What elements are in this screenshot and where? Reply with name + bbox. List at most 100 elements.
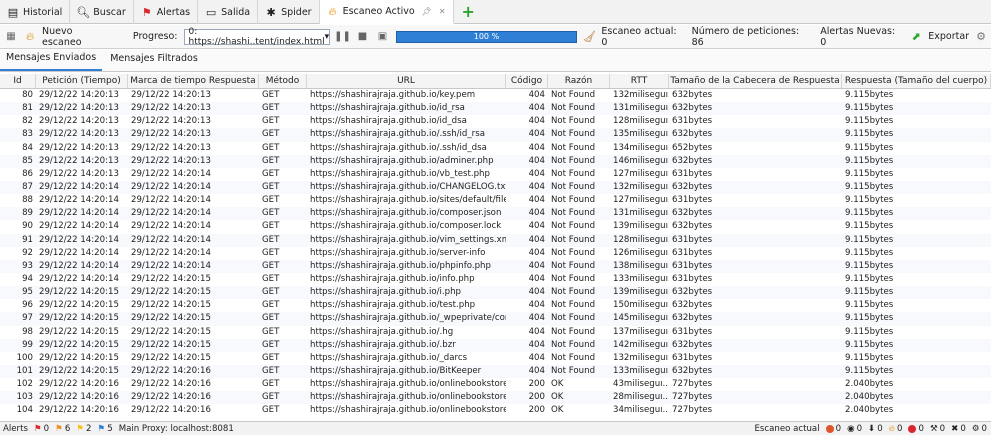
gear-icon[interactable]: ⚙ xyxy=(975,31,987,43)
progress-select[interactable]: 0: https://shashi..tent/index.html ▾ xyxy=(183,27,330,47)
table-row[interactable]: 104 29/12/22 14:20:16 29/12/22 14:20:16 GET… xyxy=(0,404,991,417)
cell-reason: Not Found xyxy=(551,339,596,350)
table-row[interactable]: 86 29/12/22 14:20:13 29/12/22 14:20:14 GET h… xyxy=(0,168,991,181)
table-row[interactable]: 102 29/12/22 14:20:16 29/12/22 14:20:16 GET… xyxy=(0,378,991,391)
cell-method: GET xyxy=(262,405,280,416)
column-header-url[interactable]: URL xyxy=(307,74,506,88)
tab-alertas[interactable]: ⚑ Alertas xyxy=(134,0,199,24)
cell-response-timestamp: 29/12/22 14:20:13 xyxy=(131,90,211,100)
alert-count-low[interactable]: ⚑ 2 xyxy=(76,424,91,434)
table-row[interactable]: 92 29/12/22 14:20:14 29/12/22 14:20:14 GET h… xyxy=(0,247,991,260)
close-icon[interactable]: ✕ xyxy=(439,7,446,16)
cell-header-size: 632bytes xyxy=(672,129,713,140)
cell-rtt: 28miliseguı... xyxy=(613,392,669,403)
table-row[interactable]: 91 29/12/22 14:20:14 29/12/22 14:20:14 GET h… xyxy=(0,233,991,247)
cell-body-size: 9.115bytes xyxy=(845,234,894,245)
table-row[interactable]: 89 29/12/22 14:20:14 29/12/22 14:20:14 GET h… xyxy=(0,207,991,221)
table-row[interactable]: 103 29/12/22 14:20:16 29/12/22 14:20:16 GET… xyxy=(0,391,991,405)
cell-response-timestamp: 29/12/22 14:20:14 xyxy=(131,181,211,192)
table-row[interactable]: 96 29/12/22 14:20:15 29/12/22 14:20:15 GET h… xyxy=(0,299,991,312)
broom-icon[interactable]: 🧹︎ xyxy=(582,31,596,43)
cell-reason: Not Found xyxy=(551,273,596,284)
new-scan-button[interactable]: Nuevo escaneo xyxy=(42,26,115,48)
table-row[interactable]: 82 29/12/22 14:20:13 29/12/22 14:20:13 GET h… xyxy=(0,115,991,128)
table-row[interactable]: 87 29/12/22 14:20:14 29/12/22 14:20:14 GET h… xyxy=(0,180,991,195)
column-header-request-time[interactable]: Petición (Tiempo) xyxy=(36,74,128,88)
cell-response-timestamp: 29/12/22 14:20:13 xyxy=(131,103,211,114)
cell-body-size: 9.115bytes xyxy=(845,273,894,284)
table-row[interactable]: 93 29/12/22 14:20:14 29/12/22 14:20:14 GET h… xyxy=(0,259,991,273)
search-icon: 🔍︎ xyxy=(76,5,91,19)
column-header-response-timestamp[interactable]: Marca de tiempo Respuesta xyxy=(128,74,259,88)
scan-details-icon[interactable]: ▣ xyxy=(376,30,390,44)
table-row[interactable]: 99 29/12/22 14:20:15 29/12/22 14:20:15 GET h… xyxy=(0,338,991,352)
cell-url: https://shashirajraja.github.io/BitKeepe… xyxy=(310,365,482,376)
scan-count-fuzzer: ⚒ 0 xyxy=(929,423,946,434)
column-header-code[interactable]: Código xyxy=(506,74,548,88)
table-row[interactable]: 84 29/12/22 14:20:13 29/12/22 14:20:13 GET h… xyxy=(0,142,991,155)
cell-id: 97 xyxy=(22,313,33,324)
cell-response-timestamp: 29/12/22 14:20:14 xyxy=(131,260,211,271)
cell-reason: Not Found xyxy=(551,365,596,376)
pin-icon[interactable]: 📌︎ xyxy=(422,7,432,16)
alerts-label: Alerts xyxy=(3,423,28,434)
flag-icon: ⚑ xyxy=(76,423,85,434)
cell-id: 81 xyxy=(22,103,33,114)
cell-method: GET xyxy=(262,103,280,114)
current-scans-label: Escaneo actual xyxy=(754,423,820,434)
column-header-method[interactable]: Método xyxy=(259,74,307,88)
add-tab-button[interactable]: + xyxy=(454,0,483,23)
cell-code: 404 xyxy=(528,208,545,219)
cell-id: 98 xyxy=(22,326,33,337)
cell-method: GET xyxy=(262,208,280,219)
cell-reason: Not Found xyxy=(551,181,596,192)
export-button[interactable]: Exportar xyxy=(928,31,969,42)
table-row[interactable]: 97 29/12/22 14:20:15 29/12/22 14:20:15 GET h… xyxy=(0,312,991,326)
panel-layout-icon[interactable]: ▦ xyxy=(4,30,18,44)
tab-historial[interactable]: ▤ Historial xyxy=(0,0,71,24)
tab-label: Alertas xyxy=(156,6,191,18)
tab-salida[interactable]: ▭ Salida xyxy=(198,0,259,24)
column-header-reason[interactable]: Razón xyxy=(548,74,610,88)
tab-escaneo-activo[interactable]: 🔥︎ Escaneo Activo 📌︎ ✕ xyxy=(319,0,454,24)
cell-response-timestamp: 29/12/22 14:20:16 xyxy=(131,365,211,376)
cell-request-time: 29/12/22 14:20:16 xyxy=(39,405,119,416)
tab-mensajes-filtrados[interactable]: Mensajes Filtrados xyxy=(104,49,204,71)
alert-count-info[interactable]: ⚑ 5 xyxy=(98,424,113,434)
column-header-response-header-size[interactable]: Tamaño de la Cabecera de Respuesta xyxy=(669,74,842,88)
cell-url: https://shashirajraja.github.io/onlinebo… xyxy=(310,379,506,390)
cell-url: https://shashirajraja.github.io/i.php xyxy=(310,287,461,298)
table-row[interactable]: 83 29/12/22 14:20:13 29/12/22 14:20:13 GET h… xyxy=(0,128,991,142)
pause-icon[interactable]: ❚❚ xyxy=(334,30,351,44)
cell-request-time: 29/12/22 14:20:15 xyxy=(39,352,119,363)
column-header-response-body-size[interactable]: Respuesta (Tamaño del cuerpo) xyxy=(842,74,991,88)
stop-icon[interactable]: ■ xyxy=(356,30,370,44)
table-row[interactable]: 100 29/12/22 14:20:15 29/12/22 14:20:15 GET… xyxy=(0,352,991,365)
tab-spider[interactable]: ✱ Spider xyxy=(258,0,320,24)
column-header-rtt[interactable]: RTT xyxy=(610,74,669,88)
cell-url: https://shashirajraja.github.io/test.php xyxy=(310,300,476,311)
table-row[interactable]: 95 29/12/22 14:20:15 29/12/22 14:20:15 GET h… xyxy=(0,286,991,300)
messages-table: Id Petición (Tiempo) Marca de tiempo Res… xyxy=(0,74,991,420)
cell-request-time: 29/12/22 14:20:14 xyxy=(39,195,119,206)
alert-count-high[interactable]: ⚑ 0 xyxy=(34,424,49,434)
scan-count-active: 🔥︎ 0 xyxy=(888,423,903,434)
cell-url: https://shashirajraja.github.io/_darcs xyxy=(310,352,468,363)
table-row[interactable]: 90 29/12/22 14:20:14 29/12/22 14:20:14 GET h… xyxy=(0,220,991,233)
table-row[interactable]: 101 29/12/22 14:20:15 29/12/22 14:20:16 GET… xyxy=(0,364,991,379)
cell-rtt: 135miliseguı... xyxy=(613,129,669,140)
cell-code: 404 xyxy=(528,168,545,179)
cell-reason: Not Found xyxy=(551,90,596,100)
cell-header-size: 632bytes xyxy=(672,155,713,166)
table-row[interactable]: 80 29/12/22 14:20:13 29/12/22 14:20:13 GET h… xyxy=(0,89,991,102)
table-row[interactable]: 85 29/12/22 14:20:13 29/12/22 14:20:13 GET h… xyxy=(0,154,991,168)
table-row[interactable]: 94 29/12/22 14:20:14 29/12/22 14:20:15 GET h… xyxy=(0,273,991,286)
tab-buscar[interactable]: 🔍︎ Buscar xyxy=(70,0,134,24)
cell-url: https://shashirajraja.github.io/.bzr xyxy=(310,339,456,350)
alert-count-medium[interactable]: ⚑ 6 xyxy=(55,424,70,434)
tab-mensajes-enviados[interactable]: Mensajes Enviados xyxy=(0,49,103,71)
table-row[interactable]: 81 29/12/22 14:20:13 29/12/22 14:20:13 GET h… xyxy=(0,102,991,116)
table-row[interactable]: 88 29/12/22 14:20:14 29/12/22 14:20:14 GET h… xyxy=(0,194,991,207)
table-row[interactable]: 98 29/12/22 14:20:15 29/12/22 14:20:15 GET h… xyxy=(0,326,991,339)
column-header-id[interactable]: Id xyxy=(0,74,36,88)
